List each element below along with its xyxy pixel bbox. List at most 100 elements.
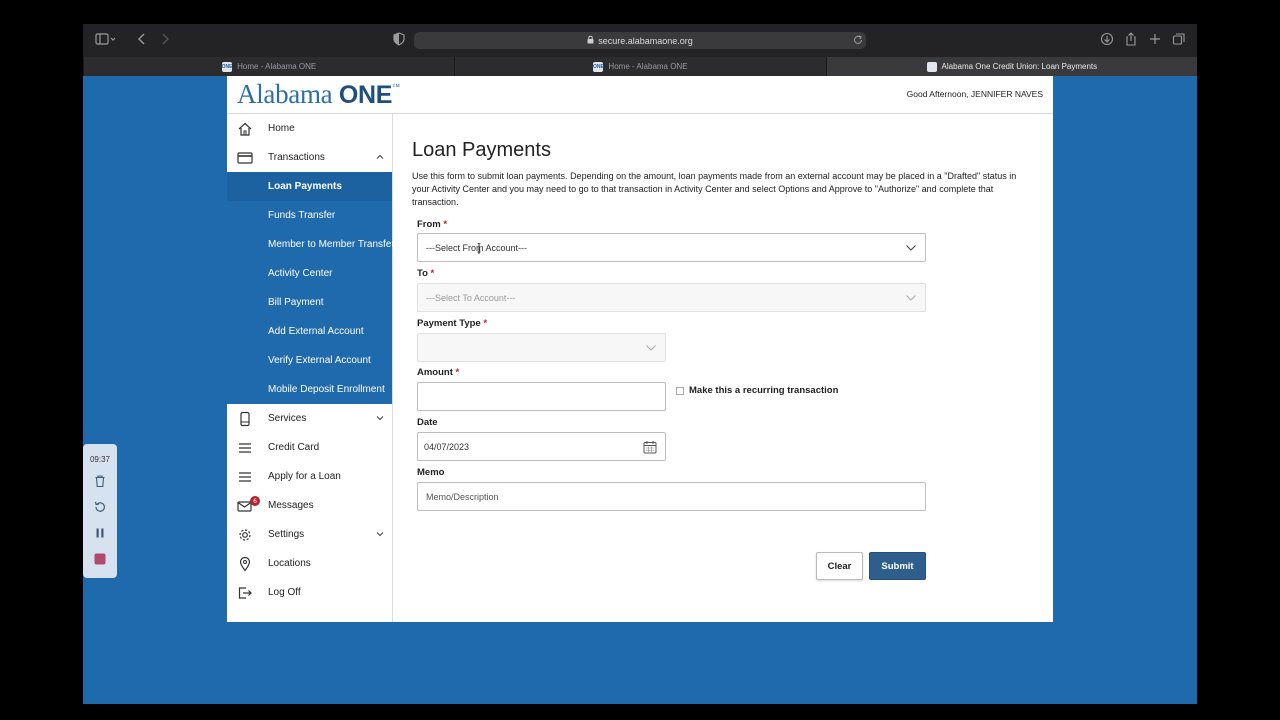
sidebar-item-label: Log Off [268,587,301,598]
tab-title: Home - Alabama ONE [237,62,317,71]
sidebar-item-credit-card[interactable]: Credit Card [227,433,392,462]
sidebar-item-services[interactable]: Services [227,404,392,433]
sidebar-subitem-add-external-account[interactable]: Add External Account [227,317,392,346]
recording-timer: 09:37 [89,455,111,464]
date-input[interactable]: 04/07/2023 [417,432,666,461]
logo-text-alabama: Alabama [237,79,333,109]
page-title: Loan Payments [412,139,551,161]
sidebar-item-apply-loan[interactable]: Apply for a Loan [227,462,392,491]
pause-icon[interactable] [93,526,107,540]
loan-payment-form: Loan Payments Use this form to submit lo… [412,114,1042,614]
sidebar-item-label: Home [268,123,295,134]
screen-recorder-toolbar: 09:37 [83,444,117,578]
sidebar-item-label: Messages [268,500,314,511]
tab-title: Home - Alabama ONE [608,62,688,71]
browser-toolbar: secure.alabamaone.org [83,24,1197,57]
stop-icon[interactable] [93,552,107,566]
amount-input[interactable] [417,382,666,411]
site-header: Alabama ONE™ Good Afternoon, JENNIFER NA… [227,76,1053,114]
privacy-shield-icon[interactable] [393,32,405,50]
required-mark: * [430,268,435,279]
sidebar-item-transactions[interactable]: Transactions [227,143,392,172]
recurring-label: Make this a recurring transaction [689,385,839,396]
favicon-icon: ONE [221,61,233,72]
chevron-down-icon [374,412,386,424]
address-bar[interactable]: secure.alabamaone.org [414,32,866,49]
back-icon[interactable] [137,32,147,50]
logout-icon [237,585,253,601]
submit-button[interactable]: Submit [869,552,926,580]
download-icon[interactable] [1100,32,1114,50]
sidebar-subitem-funds-transfer[interactable]: Funds Transfer [227,201,392,230]
logo-text-one: ONE [338,81,393,109]
reload-icon[interactable] [853,33,863,49]
url-text: secure.alabamaone.org [598,35,693,46]
phone-icon [237,411,253,427]
recurring-checkbox-row[interactable]: Make this a recurring transaction [676,385,838,396]
sidebar-toggle-icon[interactable] [95,32,117,50]
memo-input[interactable]: Memo/Description [417,482,926,511]
from-label-text: From [417,219,441,230]
favicon-icon [926,61,937,72]
alabama-one-logo[interactable]: Alabama ONE™ [237,79,400,110]
tab-title: Alabama One Credit Union: Loan Payments [941,62,1098,71]
memo-label: Memo [417,467,445,478]
favicon-icon: ONE [593,61,604,72]
sidebar-subitem-member-transfer[interactable]: Member to Member Transfer [227,230,395,259]
date-label: Date [417,417,438,428]
sidebar-item-label: Services [268,413,307,424]
gear-icon [237,527,253,543]
trash-icon[interactable] [93,474,107,488]
sidebar-item-label: Apply for a Loan [268,471,341,482]
browser-tab-active[interactable]: Alabama One Credit Union: Loan Payments [825,57,1197,76]
map-pin-icon [237,556,253,572]
forward-icon[interactable] [160,32,170,50]
home-icon [237,121,253,137]
sidebar-subitem-loan-payments[interactable]: Loan Payments [227,172,392,201]
to-label: To * [417,268,434,279]
share-icon[interactable] [1124,32,1138,50]
to-label-text: To [417,268,428,279]
web-page: Alabama ONE™ Good Afternoon, JENNIFER NA… [227,76,1053,622]
from-label: From * [417,219,447,230]
menu-icon [237,469,253,485]
required-mark: * [483,318,488,329]
required-mark: * [455,367,460,378]
sidebar-subitem-activity-center[interactable]: Activity Center [227,259,392,288]
messages-count-badge: 6 [250,496,260,506]
sidebar-item-label: Transactions [268,152,325,163]
payment-type-label-text: Payment Type [417,318,481,329]
tab-overview-icon[interactable] [1172,32,1186,50]
sidebar-item-log-off[interactable]: Log Off [227,578,392,607]
sidebar-item-settings[interactable]: Settings [227,520,392,549]
recurring-checkbox[interactable] [676,386,684,395]
sidebar-item-messages[interactable]: 6 Messages [227,491,392,520]
sidebar-subitem-mobile-deposit[interactable]: Mobile Deposit Enrollment [227,375,392,404]
browser-tab[interactable]: ONE Home - Alabama ONE [83,57,454,76]
form-description: Use this form to submit loan payments. D… [412,171,1017,207]
clear-button[interactable]: Clear [816,552,863,580]
browser-tab[interactable]: ONE Home - Alabama ONE [454,57,825,76]
sidebar-item-locations[interactable]: Locations [227,549,392,578]
user-greeting: Good Afternoon, JENNIFER NAVES [906,89,1043,99]
calendar-icon[interactable] [643,440,657,454]
amount-label: Amount * [417,367,459,378]
sidebar-item-home[interactable]: Home [227,114,392,143]
date-value: 04/07/2023 [424,441,470,452]
to-account-select[interactable]: ---Select To Account--- [417,283,926,312]
sidebar-subitem-bill-payment[interactable]: Bill Payment [227,288,392,317]
sidebar-item-label: Credit Card [268,442,320,453]
amount-label-text: Amount [417,367,453,378]
new-tab-icon[interactable] [1148,32,1162,50]
sidebar-subitem-verify-external-account[interactable]: Verify External Account [227,346,392,375]
required-mark: * [443,219,448,230]
credit-card-icon [237,150,253,166]
from-account-select[interactable]: ---Select From Account--- [417,233,926,262]
sidebar-item-label: Settings [268,529,305,540]
browser-window: secure.alabamaone.org ONE Home - Alabama… [83,24,1197,704]
lock-icon [587,35,594,46]
payment-type-label: Payment Type * [417,318,487,329]
payment-type-select[interactable] [417,333,666,362]
restart-icon[interactable] [93,500,107,514]
logo-trademark: ™ [392,82,400,91]
